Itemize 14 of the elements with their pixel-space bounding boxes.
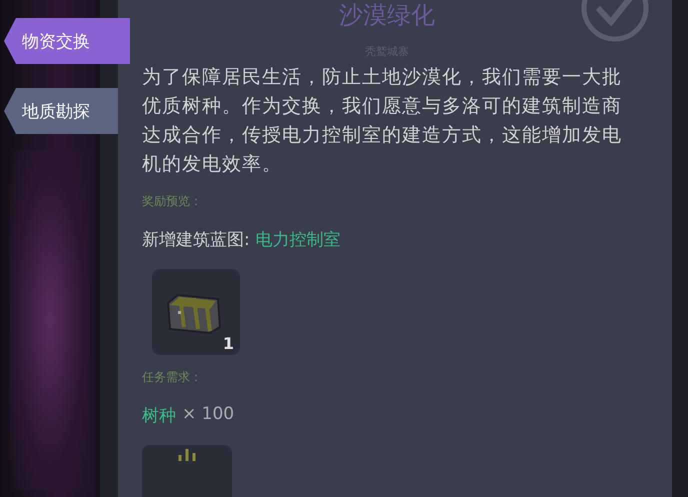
- category-tab[interactable]: 物资交换: [4, 18, 130, 64]
- item-slot[interactable]: [142, 445, 232, 497]
- blueprint-name: 电力控制室: [256, 229, 341, 251]
- category-tab[interactable]: 地质勘探: [4, 88, 118, 134]
- chest-icon: [164, 291, 224, 335]
- quest-title: 沙漠绿化: [338, 0, 436, 30]
- reward-heading: 奖励预览：: [142, 193, 203, 210]
- item-count: 1: [222, 334, 234, 353]
- requirement-quantity: × 100: [182, 404, 234, 426]
- item-slot[interactable]: 1: [152, 269, 240, 355]
- requirement-heading: 任务需求：: [142, 369, 203, 386]
- quest-description: 为了保障居民生活，防止土地沙漠化，我们需要一大批优质树种。作为交换，我们愿意与多洛可的建筑制造商达成合作，传授电力控制室的建造方式，这能增加发电机的发电效率。: [142, 65, 623, 177]
- reward-label: 新增建筑蓝图:: [142, 229, 250, 251]
- requirement-name: 树种: [142, 405, 176, 427]
